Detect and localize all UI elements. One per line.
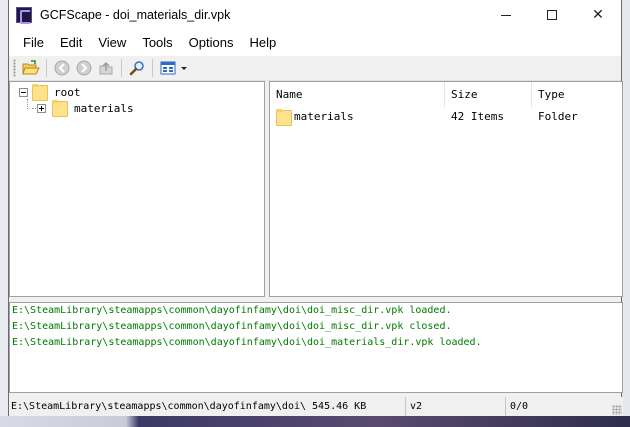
status-path-size: E:\SteamLibrary\steamapps\common\dayofin…	[9, 397, 406, 416]
up-button[interactable]	[95, 57, 117, 79]
toolbar	[9, 56, 621, 81]
view-mode-icon	[160, 61, 176, 75]
minimize-button[interactable]	[483, 0, 529, 30]
folder-icon	[276, 109, 292, 126]
title-bar[interactable]: GCFScape - doi_materials_dir.vpk ✕	[9, 0, 621, 30]
file-list[interactable]: Name Size Type materials 42 Items Folder	[269, 81, 623, 297]
log-line: E:\SteamLibrary\steamapps\common\dayofin…	[12, 321, 452, 332]
tree-node-label: materials	[74, 101, 134, 115]
list-header: Name Size Type	[270, 82, 622, 108]
toolbar-separator	[46, 59, 47, 77]
desktop-right-edge	[622, 0, 630, 427]
log-line: E:\SteamLibrary\steamapps\common\dayofin…	[12, 305, 452, 316]
status-bar: E:\SteamLibrary\steamapps\common\dayofin…	[9, 397, 623, 416]
open-button[interactable]	[20, 57, 42, 79]
column-header-type[interactable]: Type	[532, 82, 622, 108]
forward-button[interactable]	[73, 57, 95, 79]
minimize-icon	[501, 14, 511, 16]
menu-file[interactable]: File	[15, 30, 52, 56]
menu-view[interactable]: View	[90, 30, 134, 56]
app-icon[interactable]	[16, 7, 32, 24]
status-version: v2	[406, 397, 506, 416]
desktop-left-edge	[0, 0, 8, 427]
menu-edit[interactable]: Edit	[52, 30, 90, 56]
collapse-icon[interactable]	[19, 87, 28, 97]
back-icon	[54, 60, 70, 76]
gcfscape-window: GCFScape - doi_materials_dir.vpk ✕ File …	[8, 0, 623, 416]
list-item-size: 42 Items	[451, 110, 504, 123]
toolbar-separator	[152, 59, 153, 77]
resize-grip[interactable]	[612, 405, 622, 415]
desktop-bottom-edge	[0, 416, 630, 427]
folder-icon	[32, 84, 48, 101]
open-folder-icon	[22, 60, 40, 75]
folder-icon	[52, 100, 68, 117]
expand-icon[interactable]	[37, 103, 46, 113]
search-icon	[129, 61, 144, 76]
maximize-button[interactable]	[529, 0, 575, 30]
tree-node-label: root	[54, 85, 81, 99]
menu-tools[interactable]: Tools	[134, 30, 180, 56]
up-icon	[99, 61, 113, 75]
tree-node-root[interactable]: root	[19, 84, 81, 101]
window-title: GCFScape - doi_materials_dir.vpk	[40, 8, 231, 22]
view-mode-dropdown[interactable]	[179, 57, 189, 79]
close-icon: ✕	[592, 7, 604, 23]
list-item[interactable]: materials 42 Items Folder	[276, 108, 618, 126]
back-button[interactable]	[51, 57, 73, 79]
column-header-size[interactable]: Size	[445, 82, 532, 108]
folder-tree[interactable]: root materials	[9, 81, 265, 297]
tree-guide	[27, 99, 28, 109]
log-line: E:\SteamLibrary\steamapps\common\dayofin…	[12, 337, 482, 348]
window-controls: ✕	[483, 0, 621, 30]
column-header-name[interactable]: Name	[270, 82, 445, 108]
close-button[interactable]: ✕	[575, 0, 621, 30]
list-item-name: materials	[294, 110, 354, 123]
status-count: 0/0	[510, 401, 529, 412]
menu-help[interactable]: Help	[241, 30, 284, 56]
menu-bar: File Edit View Tools Options Help	[9, 30, 621, 56]
log-console[interactable]: E:\SteamLibrary\steamapps\common\dayofin…	[9, 302, 623, 393]
view-mode-button[interactable]	[157, 57, 179, 79]
forward-icon	[76, 60, 92, 76]
maximize-icon	[547, 10, 557, 20]
find-button[interactable]	[126, 57, 148, 79]
tree-node-materials[interactable]: materials	[37, 100, 134, 117]
toolbar-grip[interactable]	[13, 59, 16, 77]
list-item-type: Folder	[538, 110, 578, 123]
toolbar-separator	[121, 59, 122, 77]
main-panes: root materials Name Size Type materials …	[9, 81, 623, 297]
menu-options[interactable]: Options	[181, 30, 242, 56]
